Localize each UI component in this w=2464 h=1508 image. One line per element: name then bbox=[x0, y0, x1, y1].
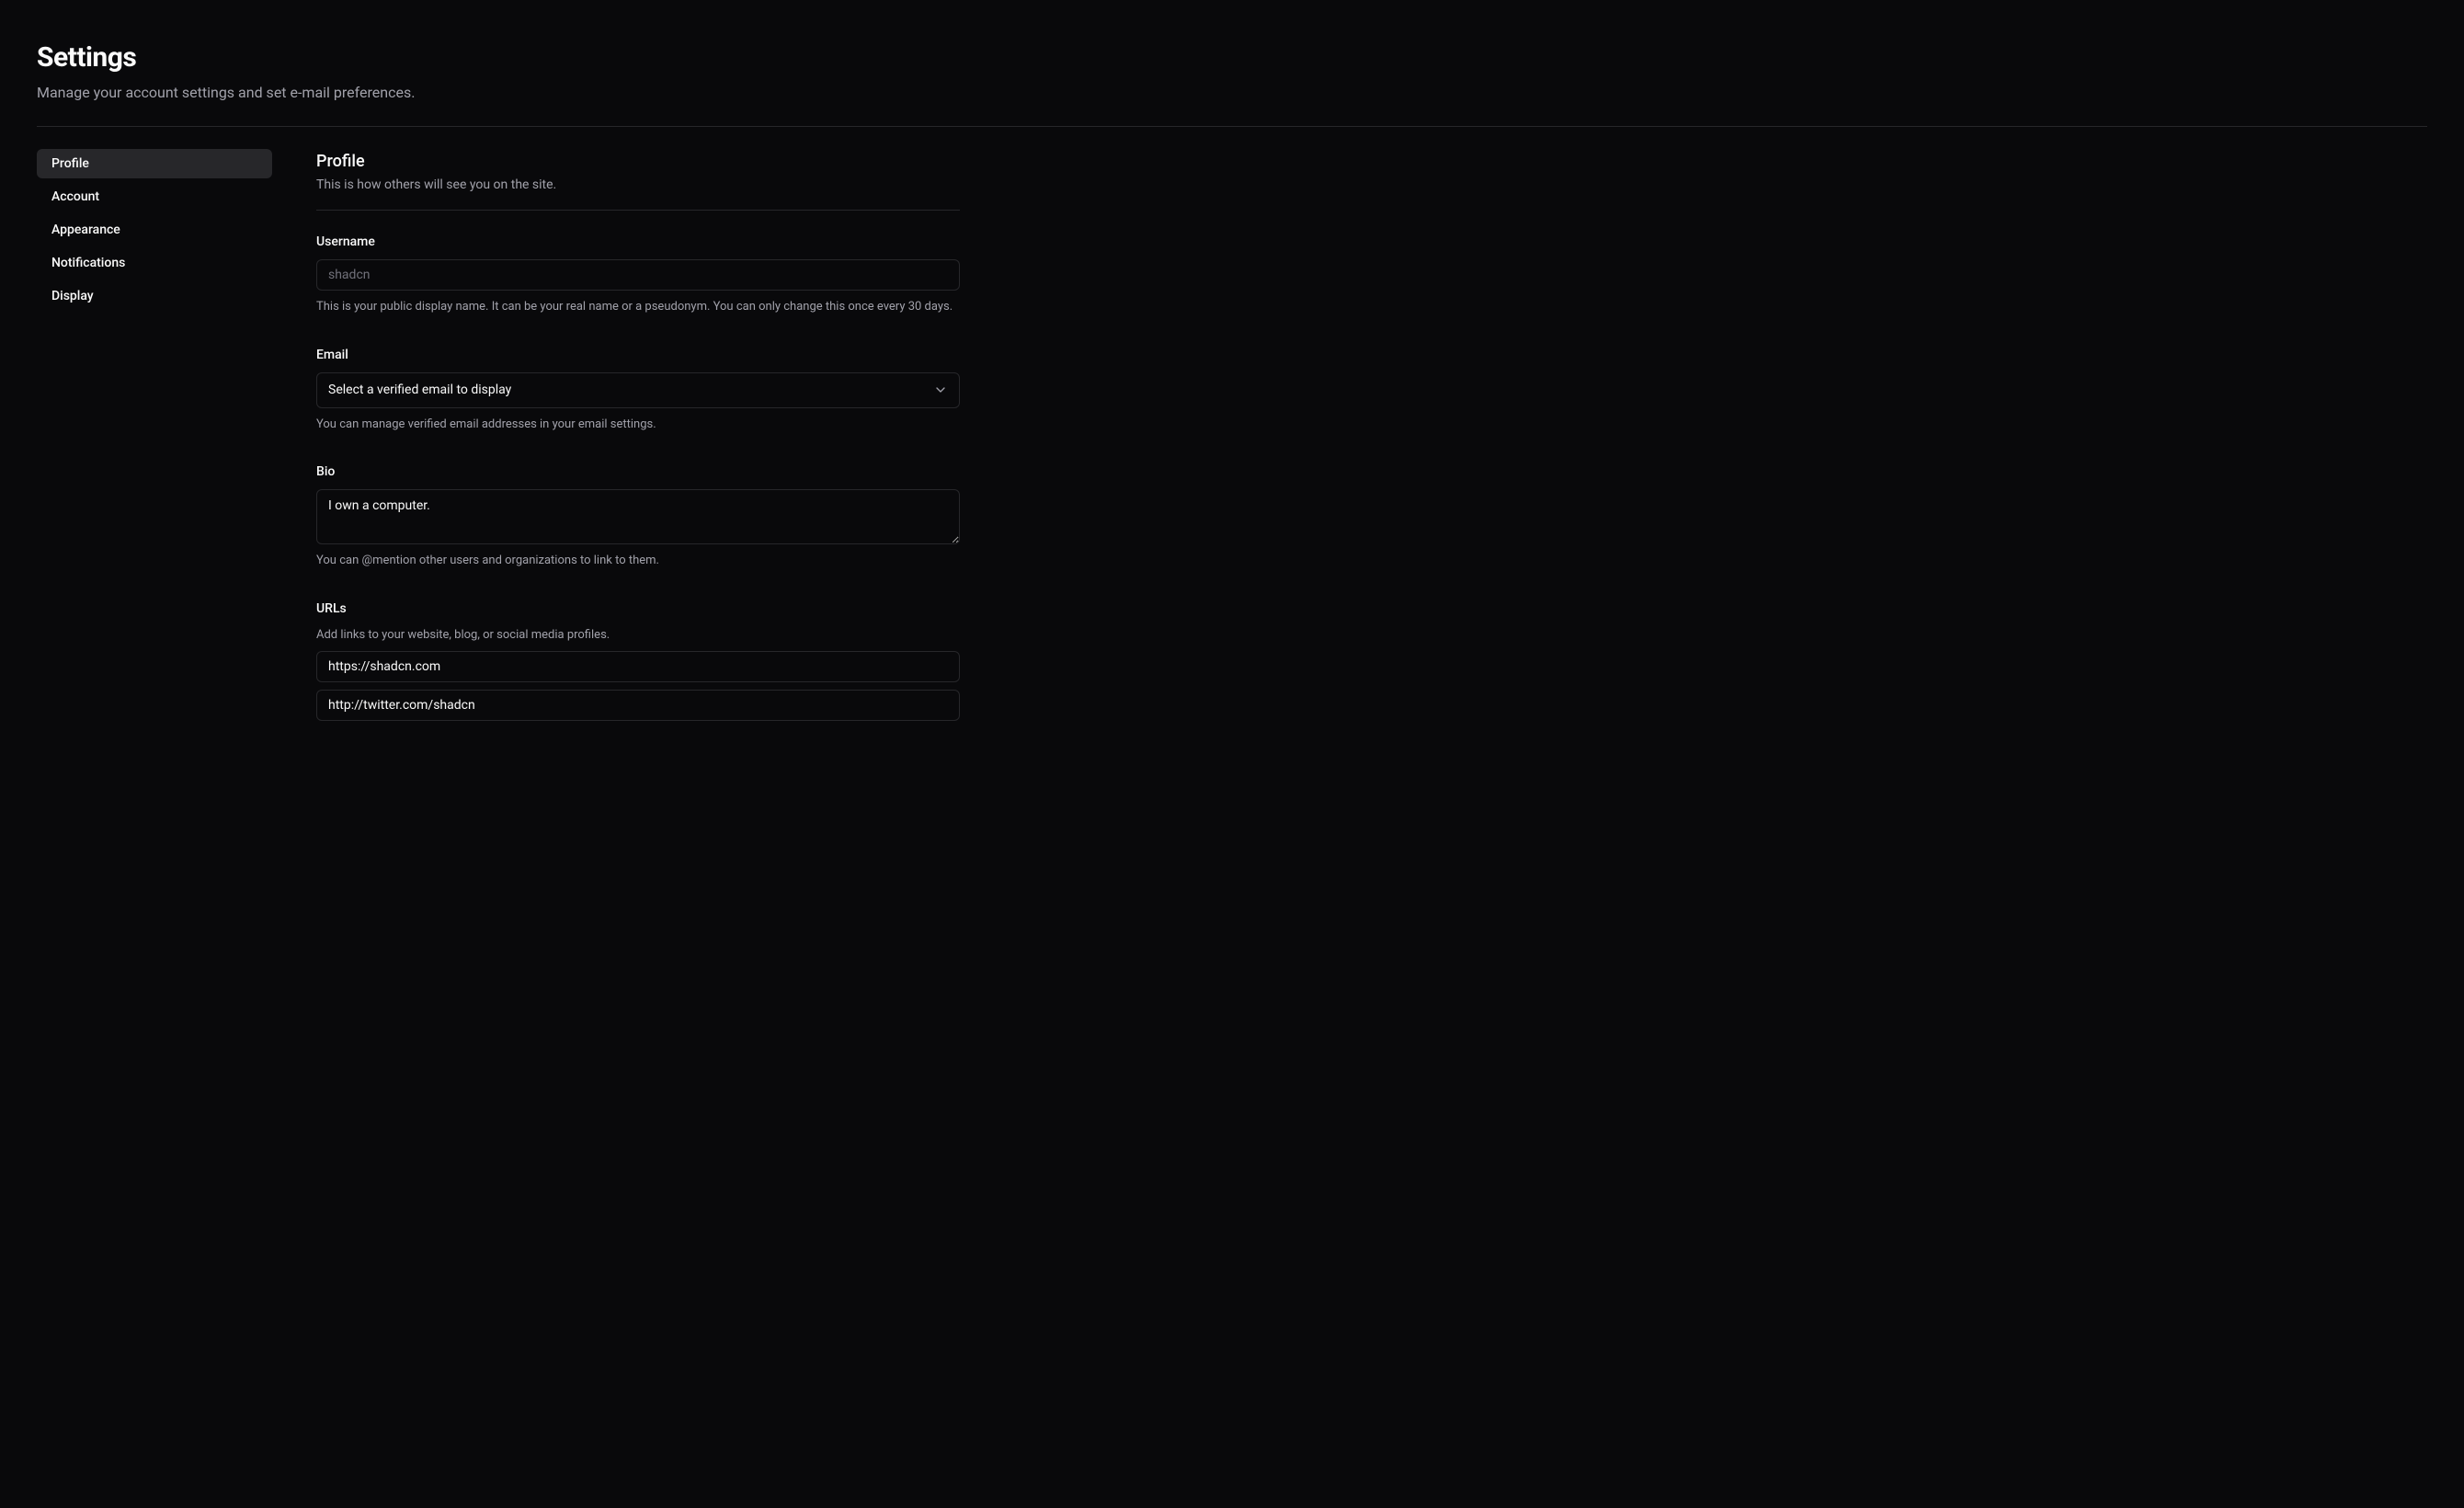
sidebar-item-display[interactable]: Display bbox=[37, 281, 272, 311]
section-subtitle: This is how others will see you on the s… bbox=[316, 176, 960, 195]
email-help: You can manage verified email addresses … bbox=[316, 416, 960, 434]
url-input-0[interactable] bbox=[316, 651, 960, 682]
email-label: Email bbox=[316, 346, 960, 365]
bio-group: Bio You can @mention other users and org… bbox=[316, 463, 960, 570]
username-input[interactable] bbox=[316, 259, 960, 291]
email-select-value: Select a verified email to display bbox=[328, 381, 511, 400]
sidebar-item-profile[interactable]: Profile bbox=[37, 149, 272, 178]
page-subtitle: Manage your account settings and set e-m… bbox=[37, 82, 2427, 104]
email-group: Email Select a verified email to display… bbox=[316, 346, 960, 434]
email-select[interactable]: Select a verified email to display bbox=[316, 372, 960, 408]
bio-help: You can @mention other users and organiz… bbox=[316, 552, 960, 570]
urls-help: Add links to your website, blog, or soci… bbox=[316, 626, 960, 645]
urls-label: URLs bbox=[316, 600, 960, 619]
username-help: This is your public display name. It can… bbox=[316, 298, 960, 316]
bio-label: Bio bbox=[316, 463, 960, 482]
username-group: Username This is your public display nam… bbox=[316, 233, 960, 316]
username-label: Username bbox=[316, 233, 960, 252]
settings-sidebar: Profile Account Appearance Notifications… bbox=[37, 149, 272, 721]
sidebar-item-notifications[interactable]: Notifications bbox=[37, 248, 272, 278]
bio-textarea[interactable] bbox=[316, 489, 960, 544]
section-title: Profile bbox=[316, 149, 960, 174]
page-title: Settings bbox=[37, 37, 2427, 78]
urls-group: URLs Add links to your website, blog, or… bbox=[316, 600, 960, 722]
url-input-1[interactable] bbox=[316, 690, 960, 721]
sidebar-item-appearance[interactable]: Appearance bbox=[37, 215, 272, 245]
sidebar-item-account[interactable]: Account bbox=[37, 182, 272, 211]
chevron-down-icon bbox=[933, 383, 948, 397]
